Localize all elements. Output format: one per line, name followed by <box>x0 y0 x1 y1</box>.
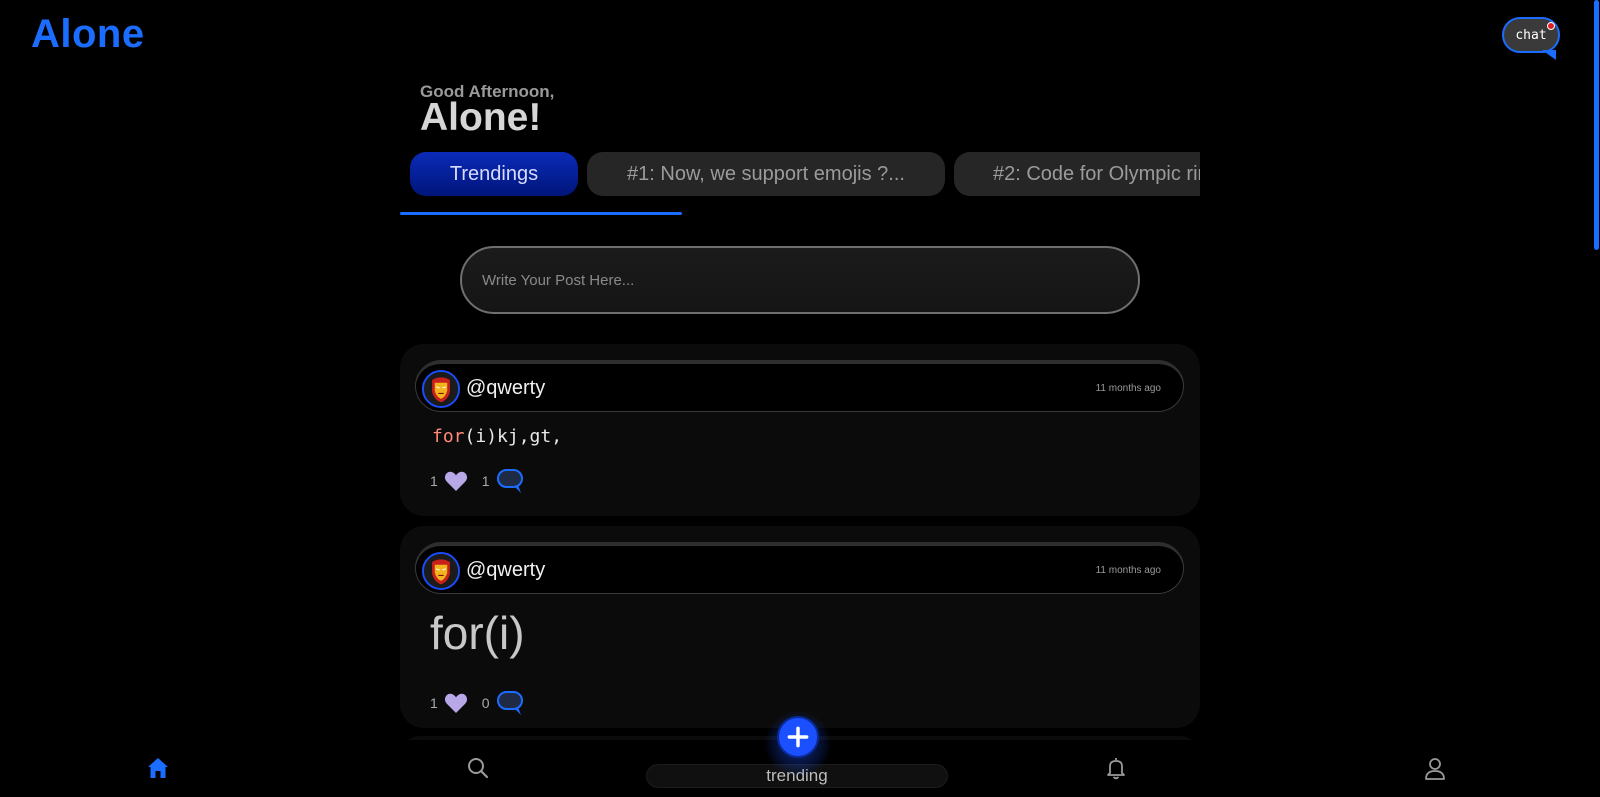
code-keyword: for <box>432 426 465 447</box>
comment-count: 0 <box>481 695 490 711</box>
post-username[interactable]: @qwerty <box>466 559 545 582</box>
like-count: 1 <box>430 473 438 489</box>
post-header: @qwerty 11 months ago <box>415 542 1184 594</box>
post-input[interactable] <box>460 246 1140 314</box>
post-stats: 1 1 <box>430 468 524 494</box>
avatar[interactable] <box>422 552 460 590</box>
avatar[interactable] <box>422 370 460 408</box>
comment-icon[interactable] <box>496 468 524 494</box>
post-card: @qwerty 11 months ago for(i) 1 0 <box>400 526 1200 728</box>
post-stats: 1 0 <box>430 690 524 716</box>
heart-icon[interactable] <box>444 692 468 714</box>
scrollbar-thumb[interactable] <box>1594 0 1599 250</box>
add-post-button[interactable] <box>777 716 819 758</box>
post-header: @qwerty 11 months ago <box>415 360 1184 412</box>
post-content: for(i) <box>430 607 525 659</box>
user-icon[interactable] <box>1423 756 1447 780</box>
plus-icon <box>787 726 809 748</box>
post-timestamp: 11 months ago <box>1095 565 1161 576</box>
greeting-name: Alone! <box>420 96 542 139</box>
active-tab-indicator <box>400 212 682 215</box>
app-brand[interactable]: Alone <box>31 12 145 57</box>
notification-dot <box>1547 22 1555 30</box>
post-card: @qwerty 11 months ago for(i)kj,gt, 1 1 <box>400 344 1200 516</box>
chat-button-label: chat <box>1515 27 1547 43</box>
chat-bubble-tail <box>1542 50 1556 60</box>
code-rest: (i)kj,gt, <box>464 426 563 447</box>
post-username[interactable]: @qwerty <box>466 377 545 400</box>
tab-trendings[interactable]: Trendings <box>410 152 578 196</box>
chat-button[interactable]: chat <box>1502 17 1560 60</box>
iron-man-icon <box>424 554 458 588</box>
iron-man-icon <box>424 372 458 406</box>
comment-count: 1 <box>481 473 490 489</box>
topic-tabs: Trendings #1: Now, we support emojis ?..… <box>410 152 1200 196</box>
tab-topic-1[interactable]: #1: Now, we support emojis ?... <box>587 152 945 196</box>
bell-icon[interactable] <box>1104 756 1128 780</box>
heart-icon[interactable] <box>444 470 468 492</box>
comment-icon[interactable] <box>496 690 524 716</box>
post-content: for(i)kj,gt, <box>432 426 562 447</box>
like-count: 1 <box>430 695 438 711</box>
home-icon[interactable] <box>146 756 170 780</box>
tab-topic-2[interactable]: #2: Code for Olympic rings <box>954 152 1200 196</box>
search-icon[interactable] <box>466 756 490 780</box>
post-timestamp: 11 months ago <box>1095 383 1161 394</box>
